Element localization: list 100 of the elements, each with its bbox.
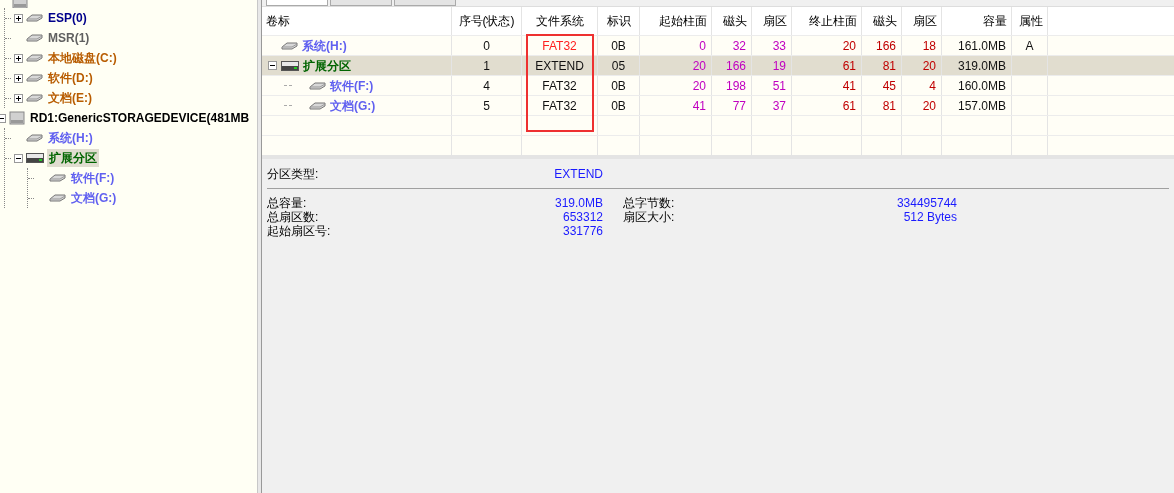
drive-icon	[49, 194, 66, 202]
detail-value: 331776	[562, 224, 603, 238]
table-cell-text: 81	[882, 97, 896, 115]
table-cell-text: 20	[692, 57, 706, 75]
table-cell-text: 1	[483, 57, 490, 75]
tree-item[interactable]: 系统(H:)	[46, 129, 95, 147]
table-cell-text: 18	[922, 37, 936, 55]
minus-icon	[270, 63, 275, 68]
tree-item[interactable]: 文档(E:)	[46, 89, 94, 107]
detail-label: 扇区大小:	[623, 210, 675, 224]
expand-toggle[interactable]	[14, 53, 23, 63]
table-cell-text: 319.0MB	[957, 57, 1006, 75]
table-cell-text: 4	[483, 77, 490, 95]
tree-item[interactable]: ESP(0)	[46, 9, 89, 27]
tree-item[interactable]: MSR(1)	[46, 29, 92, 47]
table-cell-text: 61	[842, 57, 856, 75]
table-row[interactable]: 文档(G:) 5 FAT32 0B 41 77 37 61 81 20 157.0MB	[262, 95, 1174, 115]
table-cell-text: 45	[882, 77, 896, 95]
tree-item[interactable]: 软件(D:)	[46, 69, 95, 87]
minus-icon	[16, 155, 21, 161]
table-cell-text: FAT32	[542, 37, 577, 55]
partition-icon	[281, 60, 299, 71]
collapse-toggle[interactable]	[0, 113, 6, 123]
plus-icon	[16, 75, 21, 81]
detail-label: 起始扇区号:	[267, 224, 331, 238]
detail-value: 653312	[562, 210, 603, 224]
table-cell-text: 20	[922, 97, 936, 115]
table-cell-text: A	[1025, 37, 1034, 55]
table-cell-text: 37	[772, 97, 786, 115]
table-row[interactable]: 扩展分区 1 EXTEND 05 20 166 19 61 81 20 319.0MB	[262, 55, 1174, 75]
volume-label: 软件(F:)	[330, 77, 374, 95]
detail-value: 319.0MB	[554, 196, 603, 210]
column-header[interactable]: 卷标	[262, 7, 452, 35]
table-cell-text: FAT32	[542, 77, 577, 95]
expand-toggle[interactable]	[14, 13, 23, 23]
table-cell-text: 4	[929, 77, 936, 95]
detail-value: 334495744	[896, 196, 957, 210]
drive-icon	[49, 174, 66, 182]
column-header[interactable]: 序号(状态)	[452, 7, 522, 35]
table-cell-text: 160.0MB	[957, 77, 1006, 95]
column-header[interactable]: 扇区	[902, 7, 942, 35]
column-header[interactable]: 磁头	[862, 7, 902, 35]
expand-toggle[interactable]	[14, 73, 23, 83]
table-cell-text: 0B	[611, 37, 626, 55]
drive-icon	[309, 101, 326, 110]
plus-icon	[16, 15, 21, 21]
column-header[interactable]: 标识	[598, 7, 640, 35]
detail-value: 512 Bytes	[903, 210, 957, 224]
tree-item[interactable]: RD1:GenericSTORAGEDEVICE(481MB	[28, 109, 252, 127]
table-cell-text: FAT32	[542, 97, 577, 115]
column-header[interactable]: 起始柱面	[640, 7, 712, 35]
detail-label: 总扇区数:	[267, 210, 319, 224]
column-header[interactable]: 属性	[1012, 7, 1048, 35]
drive-icon	[26, 54, 43, 62]
column-header[interactable]: 文件系统	[522, 7, 598, 35]
table-cell-text: 166	[875, 37, 896, 55]
table-cell-text: 20	[922, 57, 936, 75]
drive-icon	[26, 34, 43, 42]
table-cell-text: 51	[772, 77, 786, 95]
column-header[interactable]: 容量	[942, 7, 1012, 35]
detail-label: 总字节数:	[623, 196, 675, 210]
tree-item[interactable]: 软件(F:)	[69, 169, 117, 187]
tree-item[interactable]: 文档(G:)	[69, 189, 119, 207]
table-cell-text: 0	[483, 37, 490, 55]
table-cell-text: 81	[882, 57, 896, 75]
tree-item[interactable]: 本地磁盘(C:)	[46, 49, 119, 67]
drive-icon	[281, 41, 298, 50]
table-cell-text: 32	[732, 37, 746, 55]
table-cell-text: 198	[725, 77, 746, 95]
table-cell-text: 157.0MB	[957, 97, 1006, 115]
detail-value: EXTEND	[554, 166, 603, 183]
column-header[interactable]: 终止柱面	[792, 7, 862, 35]
plus-icon	[16, 95, 21, 101]
table-cell-text: 0B	[611, 97, 626, 115]
detail-label: 分区类型:	[267, 166, 319, 183]
table-row[interactable]: 软件(F:) 4 FAT32 0B 20 198 51 41 45 4 160.0MB	[262, 75, 1174, 95]
table-cell-text: 0	[699, 37, 706, 55]
drive-icon	[309, 81, 326, 90]
column-header[interactable]: 磁头	[712, 7, 752, 35]
table-cell-text: 41	[692, 97, 706, 115]
table-cell-text: 0B	[611, 77, 626, 95]
tree-item[interactable]: 扩展分区	[47, 149, 99, 167]
volume-label: 文档(G:)	[330, 97, 376, 115]
table-cell-text: 19	[772, 57, 786, 75]
drive-icon	[26, 74, 43, 82]
partition-icon	[26, 153, 44, 163]
minus-icon	[0, 115, 4, 121]
table-cell-text: 161.0MB	[957, 37, 1006, 55]
detail-label: 总容量:	[267, 196, 307, 210]
table-cell-text: 5	[483, 97, 490, 115]
collapse-toggle[interactable]	[14, 153, 23, 163]
column-header[interactable]: 扇区	[752, 7, 792, 35]
table-cell-text: EXTEND	[535, 57, 584, 75]
table-cell-text: 61	[842, 97, 856, 115]
drive-icon	[26, 134, 43, 142]
expand-toggle[interactable]	[14, 93, 23, 103]
table-cell-text: 166	[725, 57, 746, 75]
drive-icon	[26, 94, 43, 102]
plus-icon	[16, 55, 21, 61]
collapse-toggle[interactable]	[268, 61, 277, 70]
